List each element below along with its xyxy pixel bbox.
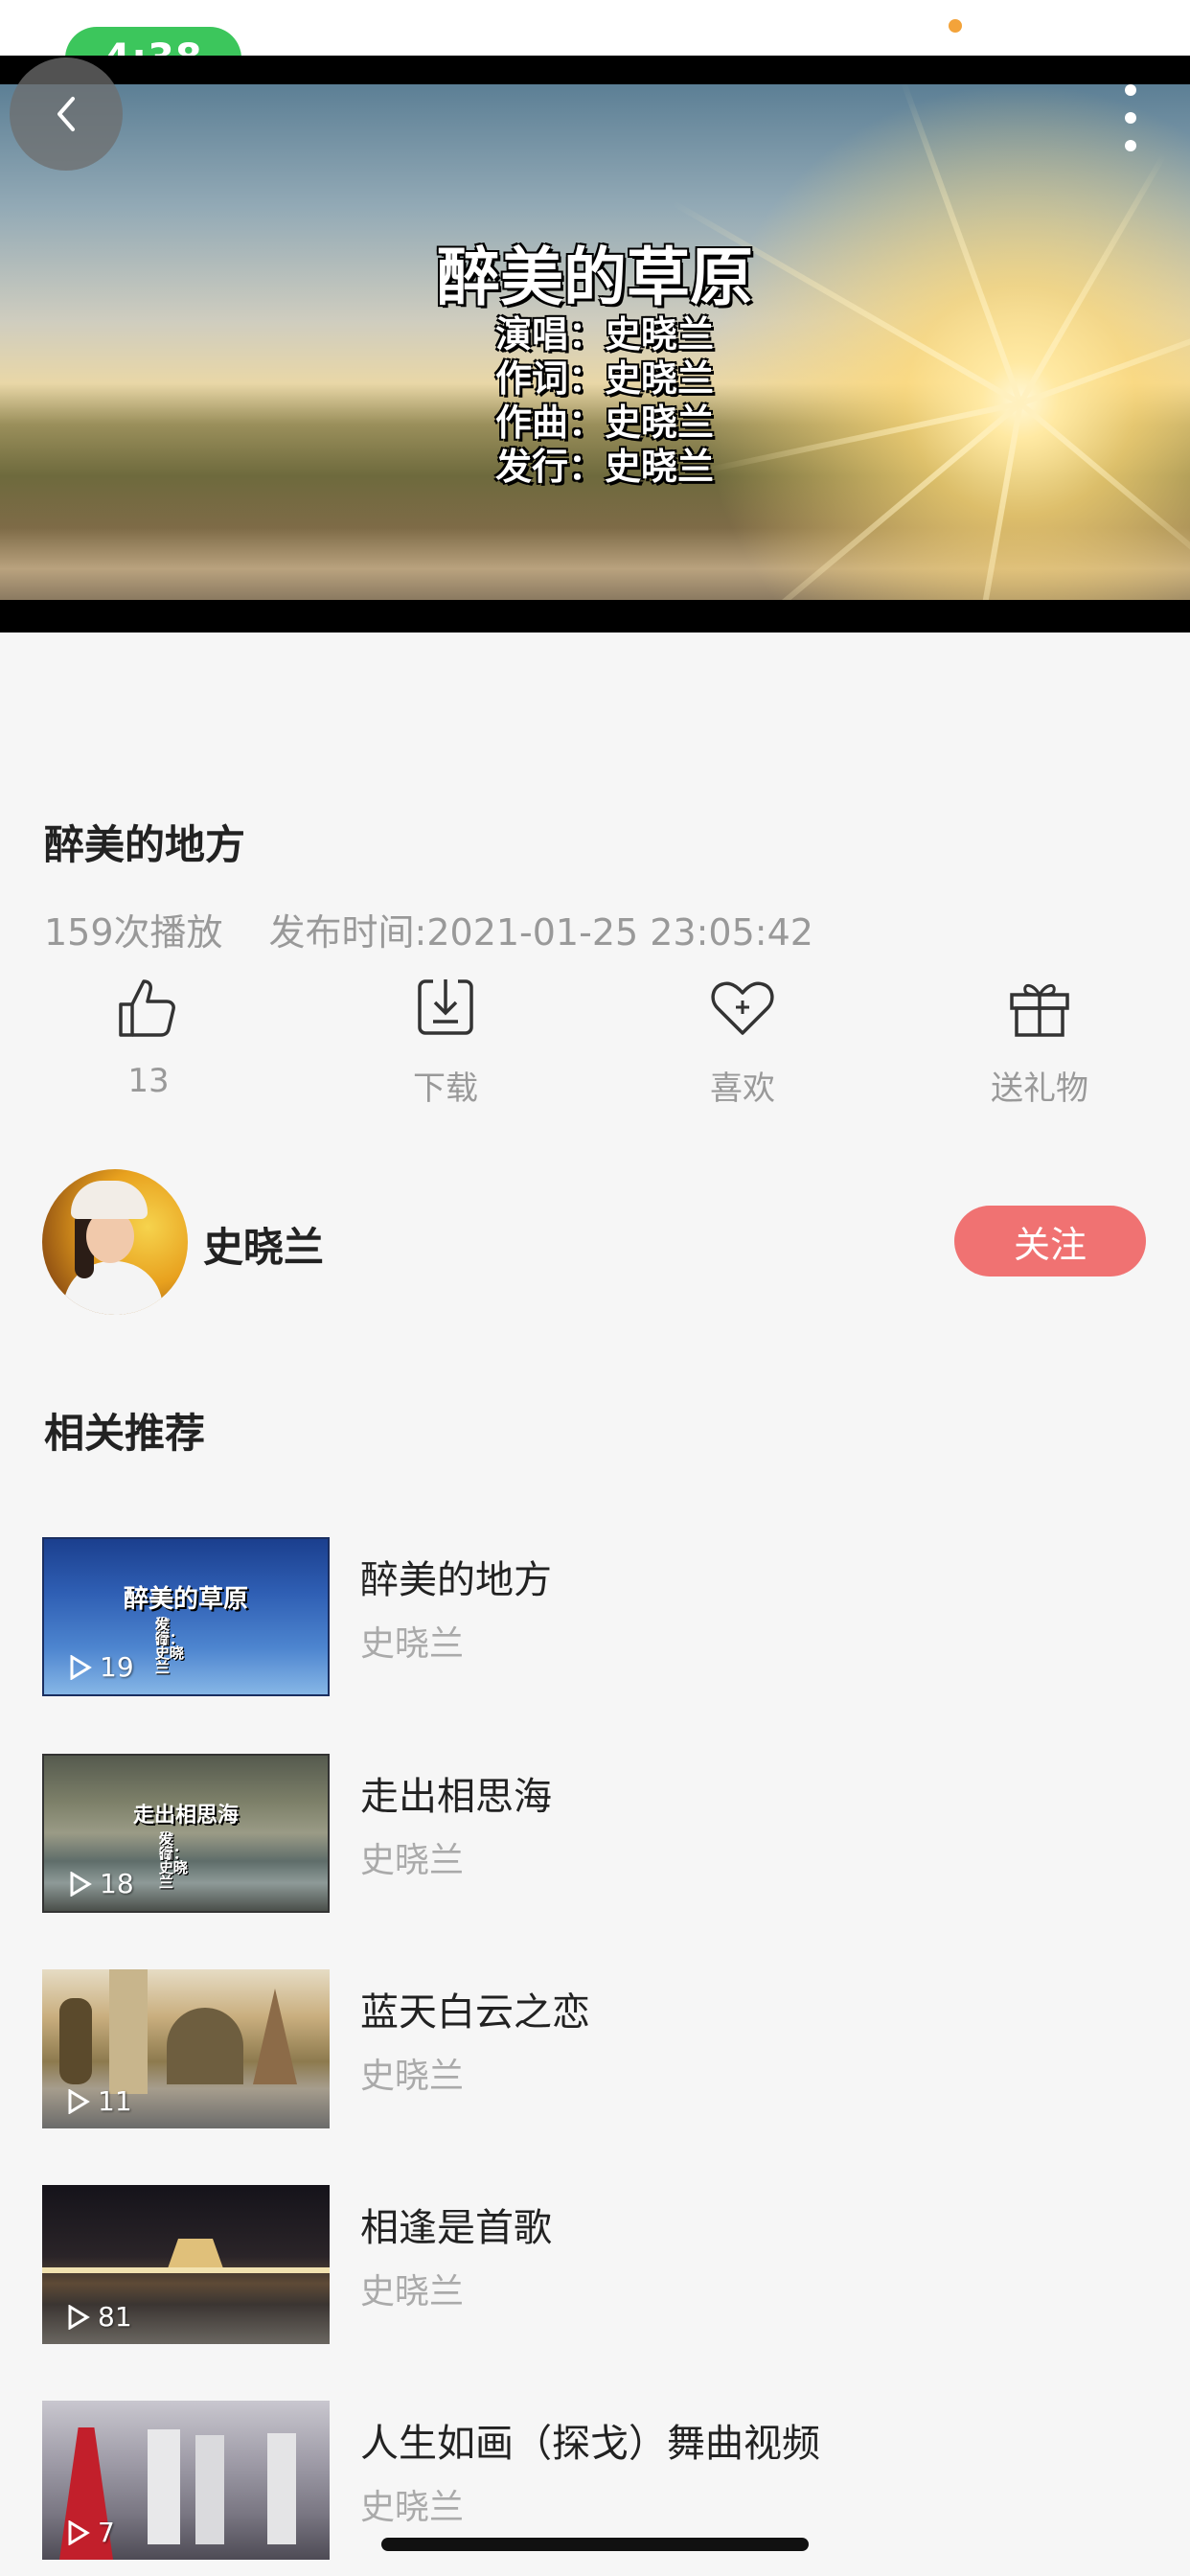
thumbnail-credit: 发行：史晓兰 (155, 1616, 185, 1676)
send-gift-label: 送礼物 (991, 1070, 1088, 1108)
play-count-value: 7 (98, 2517, 115, 2548)
video-thumbnail[interactable]: 11 (42, 1969, 330, 2128)
video-credits: 演唱：史晓兰 作词：史晓兰 作曲：史晓兰 发行：史晓兰 (0, 312, 1190, 489)
thumbnail-play-count: 7 (67, 2517, 115, 2548)
action-bar: 13 下载 喜欢 送礼物 (0, 972, 1190, 1116)
play-count-value: 11 (98, 2085, 132, 2117)
play-icon (70, 1654, 92, 1680)
heart-plus-icon (711, 981, 774, 1035)
related-item-author: 史晓兰 (360, 1624, 465, 1664)
play-icon (68, 2519, 90, 2545)
related-item-title[interactable]: 相逢是首歌 (360, 2196, 552, 2252)
gift-icon (1010, 984, 1069, 1037)
thumbnail-play-count: 18 (69, 1868, 134, 1899)
video-thumbnail[interactable]: 走出相思海 演唱：史晓兰 作词：史晓兰 作曲：史晓兰 发行：史晓兰 18 (42, 1754, 330, 1913)
credit-line: 作曲：史晓兰 (494, 401, 714, 444)
follow-button[interactable]: 关注 (954, 1206, 1146, 1276)
credit-line: 发行：史晓兰 (494, 445, 714, 488)
related-item-title[interactable]: 走出相思海 (360, 1765, 552, 1821)
play-icon (70, 1871, 92, 1897)
thumbnail-title: 醉美的草原 (123, 1585, 248, 1614)
download-button[interactable]: 下载 (297, 972, 594, 1116)
video-thumbnail[interactable]: 81 (42, 2185, 330, 2344)
related-item-title[interactable]: 蓝天白云之恋 (360, 1981, 590, 2036)
home-indicator[interactable] (381, 2538, 809, 2551)
privacy-indicator-dot (949, 19, 962, 33)
related-section-title: 相关推荐 (44, 1410, 206, 1457)
download-label: 下载 (413, 1070, 478, 1108)
favorite-button[interactable]: 喜欢 (594, 972, 891, 1116)
list-item[interactable]: 走出相思海 演唱：史晓兰 作词：史晓兰 作曲：史晓兰 发行：史晓兰 18 走出相… (42, 1754, 1144, 1915)
more-dot (1125, 84, 1136, 96)
related-item-title[interactable]: 醉美的地方 (360, 1549, 552, 1604)
credit-line: 作词：史晓兰 (494, 356, 714, 400)
back-button[interactable] (10, 58, 123, 171)
credit-line: 演唱：史晓兰 (494, 312, 714, 356)
video-thumbnail[interactable]: 7 (42, 2401, 330, 2560)
favorite-label: 喜欢 (710, 1070, 775, 1108)
thumbs-up-icon (119, 979, 175, 1037)
author-name[interactable]: 史晓兰 (203, 1215, 324, 1274)
play-icon (68, 2088, 90, 2114)
chevron-left-icon (57, 97, 75, 131)
video-frame[interactable]: 醉美的草原 演唱：史晓兰 作词：史晓兰 作曲：史晓兰 发行：史晓兰 (0, 84, 1190, 600)
author-avatar[interactable] (42, 1169, 188, 1315)
thumbnail-play-count: 11 (67, 2085, 132, 2117)
thumbnail-play-count: 19 (69, 1651, 134, 1683)
video-meta: 159次播放 发布时间:2021-01-25 23:05:42 (44, 903, 813, 955)
video-thumbnail[interactable]: 醉美的草原 演唱：史晓兰 作词：史晓兰 作曲：史晓兰 发行：史晓兰 19 (42, 1537, 330, 1696)
list-item[interactable]: 醉美的草原 演唱：史晓兰 作词：史晓兰 作曲：史晓兰 发行：史晓兰 19 醉美的… (42, 1537, 1144, 1698)
thumbnail-play-count: 81 (67, 2301, 132, 2333)
like-button[interactable]: 13 (0, 972, 297, 1116)
more-options-button[interactable] (1111, 84, 1150, 151)
related-item-author: 史晓兰 (360, 1841, 465, 1880)
video-title: 醉美的地方 (44, 821, 246, 868)
send-gift-button[interactable]: 送礼物 (891, 972, 1188, 1116)
play-count-value: 81 (98, 2301, 132, 2333)
related-item-author: 史晓兰 (360, 2057, 465, 2096)
play-count-value: 19 (100, 1651, 134, 1683)
more-dot (1125, 140, 1136, 151)
video-overlay-title: 醉美的草原 (437, 240, 753, 314)
thumbnail-title: 走出相思海 (132, 1803, 239, 1828)
list-item[interactable]: 11 蓝天白云之恋 史晓兰 (42, 1969, 1144, 2130)
download-icon (418, 979, 473, 1035)
more-dot (1125, 112, 1136, 124)
play-count-text: 159次播放 (44, 911, 223, 954)
thumbnail-credit: 发行：史晓兰 (159, 1830, 189, 1891)
video-player[interactable]: 醉美的草原 演唱：史晓兰 作词：史晓兰 作曲：史晓兰 发行：史晓兰 (0, 56, 1190, 632)
related-item-title[interactable]: 人生如画（探戈）舞曲视频 (360, 2412, 820, 2468)
list-item[interactable]: 81 相逢是首歌 史晓兰 (42, 2185, 1144, 2346)
related-item-author: 史晓兰 (360, 2488, 465, 2527)
related-item-author: 史晓兰 (360, 2272, 465, 2312)
play-count-value: 18 (100, 1868, 134, 1899)
like-count: 13 (127, 1062, 170, 1100)
play-icon (68, 2304, 90, 2330)
publish-time: 发布时间:2021-01-25 23:05:42 (268, 911, 813, 954)
